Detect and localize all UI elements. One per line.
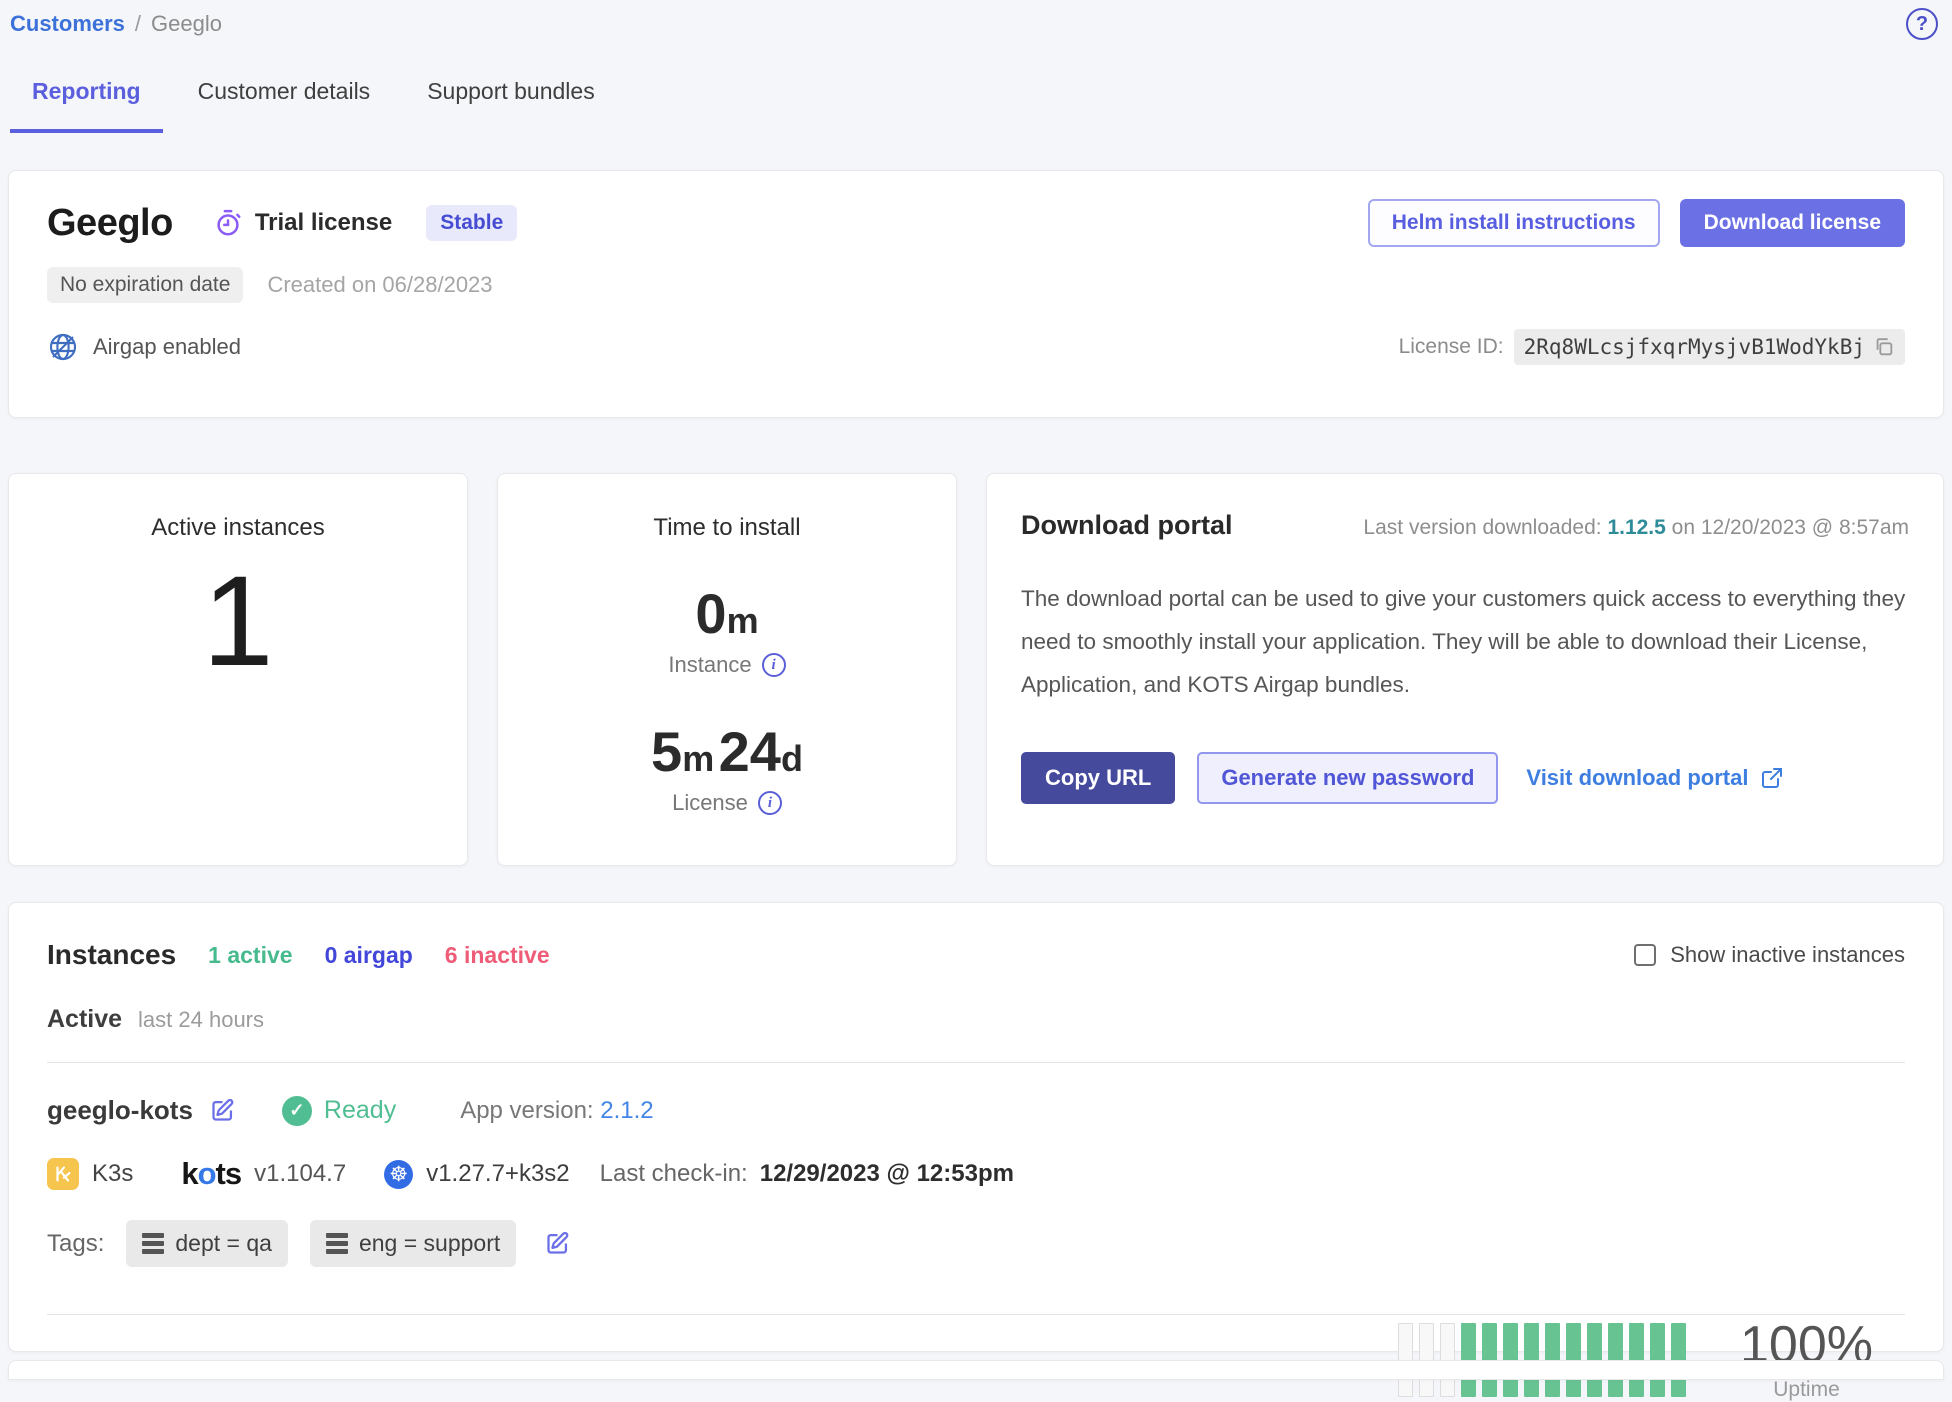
license-id-box: 2Rq8WLcsjfxqrMysjvB1WodYkBj (1514, 329, 1905, 365)
top-bar: Customers / Geeglo ? (10, 8, 1938, 40)
active-instances-value: 1 (202, 558, 273, 686)
expiration-badge: No expiration date (47, 267, 243, 303)
download-license-button[interactable]: Download license (1680, 199, 1905, 247)
channel-badge: Stable (426, 205, 517, 241)
airgap-label: Airgap enabled (93, 334, 241, 360)
license-type: Trial license (213, 208, 392, 238)
download-portal-card: Download portal Last version downloaded:… (986, 473, 1944, 866)
distro-label: K3s (92, 1160, 133, 1188)
last-version-label: Last version downloaded: (1363, 516, 1601, 539)
tag-label: dept = qa (175, 1230, 272, 1257)
instance-time-value: 0 (695, 582, 726, 645)
info-icon[interactable]: i (762, 653, 786, 677)
app-version-label: App version: (460, 1097, 593, 1124)
license-install-time: 5m 24d (651, 724, 803, 780)
license-time-unit2: d (781, 738, 803, 779)
tag-label: eng = support (359, 1230, 500, 1257)
kots-o: o (198, 1156, 216, 1191)
show-inactive-toggle[interactable]: Show inactive instances (1634, 942, 1905, 968)
app-version-link[interactable]: 2.1.2 (600, 1097, 653, 1124)
tag-badge: dept = qa (126, 1220, 288, 1267)
active-instances-title: Active instances (151, 514, 324, 542)
uptime-label: Uptime (1740, 1378, 1873, 1402)
active-count[interactable]: 1 active (208, 942, 292, 969)
instance-name: geeglo-kots (47, 1095, 193, 1126)
license-type-label: Trial license (255, 209, 392, 237)
time-to-install-title: Time to install (653, 514, 800, 542)
last-version-link[interactable]: 1.12.5 (1607, 516, 1665, 539)
visit-portal-label: Visit download portal (1526, 765, 1748, 791)
active-section-sublabel: last 24 hours (138, 1007, 264, 1033)
kots-version: v1.104.7 (254, 1160, 346, 1188)
tab-bar: Reporting Customer details Support bundl… (10, 58, 630, 133)
instances-card: Instances 1 active 0 airgap 6 inactive S… (8, 902, 1944, 1352)
download-portal-title: Download portal (1021, 510, 1233, 541)
k3s-icon (47, 1158, 79, 1190)
instance-row: geeglo-kots ✓ Ready App version: 2.1.2 K… (47, 1095, 1905, 1267)
kubernetes-icon: ☸ (384, 1160, 413, 1189)
license-id-label: License ID: (1399, 335, 1504, 359)
last-version-date: on 12/20/2023 @ 8:57am (1672, 516, 1909, 539)
created-date: Created on 06/28/2023 (267, 272, 492, 298)
tab-reporting[interactable]: Reporting (10, 58, 163, 133)
show-inactive-checkbox[interactable] (1634, 944, 1656, 966)
divider (47, 1314, 1905, 1315)
customer-name: Geeglo (47, 202, 173, 245)
active-section-label: Active (47, 1005, 122, 1034)
inactive-count[interactable]: 6 inactive (445, 942, 550, 969)
breadcrumb-customers-link[interactable]: Customers (10, 11, 125, 37)
download-portal-description: The download portal can be used to give … (1021, 577, 1909, 706)
airgap-status: Airgap enabled (47, 331, 241, 363)
tab-customer-details[interactable]: Customer details (176, 58, 393, 133)
tab-support-bundles[interactable]: Support bundles (405, 58, 617, 133)
tag-badge: eng = support (310, 1220, 516, 1267)
last-checkin-value: 12/29/2023 @ 12:53pm (760, 1160, 1014, 1188)
instance-install-time: 0m (695, 586, 758, 642)
license-time-unit1: m (682, 738, 714, 779)
instances-title: Instances (47, 939, 176, 971)
divider (47, 1062, 1905, 1063)
tag-bars-icon (326, 1233, 348, 1254)
show-inactive-label: Show inactive instances (1670, 942, 1905, 968)
customer-header-card: Geeglo Trial license Stable Helm install… (8, 170, 1944, 418)
tags-label: Tags: (47, 1230, 104, 1258)
license-time-label: License (672, 790, 748, 816)
airgap-count[interactable]: 0 airgap (325, 942, 413, 969)
status-label: Ready (324, 1096, 396, 1125)
copy-icon[interactable] (1873, 336, 1895, 358)
breadcrumb-current: Geeglo (151, 11, 222, 37)
info-icon[interactable]: i (758, 791, 782, 815)
edit-instance-name-icon[interactable] (209, 1097, 236, 1124)
edit-tags-icon[interactable] (544, 1230, 571, 1257)
license-time-value1: 5 (651, 720, 682, 783)
visit-download-portal-link[interactable]: Visit download portal (1526, 765, 1784, 791)
instance-time-label: Instance (668, 652, 751, 678)
license-id-value: 2Rq8WLcsjfxqrMysjvB1WodYkBj (1524, 335, 1865, 359)
copy-url-button[interactable]: Copy URL (1021, 752, 1175, 804)
active-instances-card: Active instances 1 (8, 473, 468, 866)
breadcrumb-separator: / (135, 11, 141, 37)
generate-password-button[interactable]: Generate new password (1197, 752, 1498, 804)
helm-install-instructions-button[interactable]: Helm install instructions (1368, 199, 1660, 247)
app-version: App version: 2.1.2 (460, 1097, 653, 1125)
tag-bars-icon (142, 1233, 164, 1254)
stopwatch-icon (213, 208, 243, 238)
kots-k: k (181, 1156, 197, 1191)
check-circle-icon: ✓ (282, 1096, 312, 1126)
kubernetes-version: v1.27.7+k3s2 (426, 1160, 569, 1188)
kots-ts: ts (216, 1156, 242, 1191)
external-link-icon (1760, 766, 1784, 790)
kots-logo: kots (181, 1156, 241, 1192)
status-badge: ✓ Ready (282, 1096, 396, 1126)
help-icon[interactable]: ? (1906, 8, 1938, 40)
instance-time-unit: m (727, 600, 759, 641)
license-time-value2: 24 (719, 720, 781, 783)
time-to-install-card: Time to install 0m Instance i 5m 24d Lic… (497, 473, 957, 866)
airgap-globe-icon (47, 331, 79, 363)
next-card-partial (8, 1360, 1944, 1380)
last-version-downloaded: Last version downloaded: 1.12.5 on 12/20… (1363, 516, 1909, 540)
last-checkin-label: Last check-in: (600, 1160, 748, 1188)
